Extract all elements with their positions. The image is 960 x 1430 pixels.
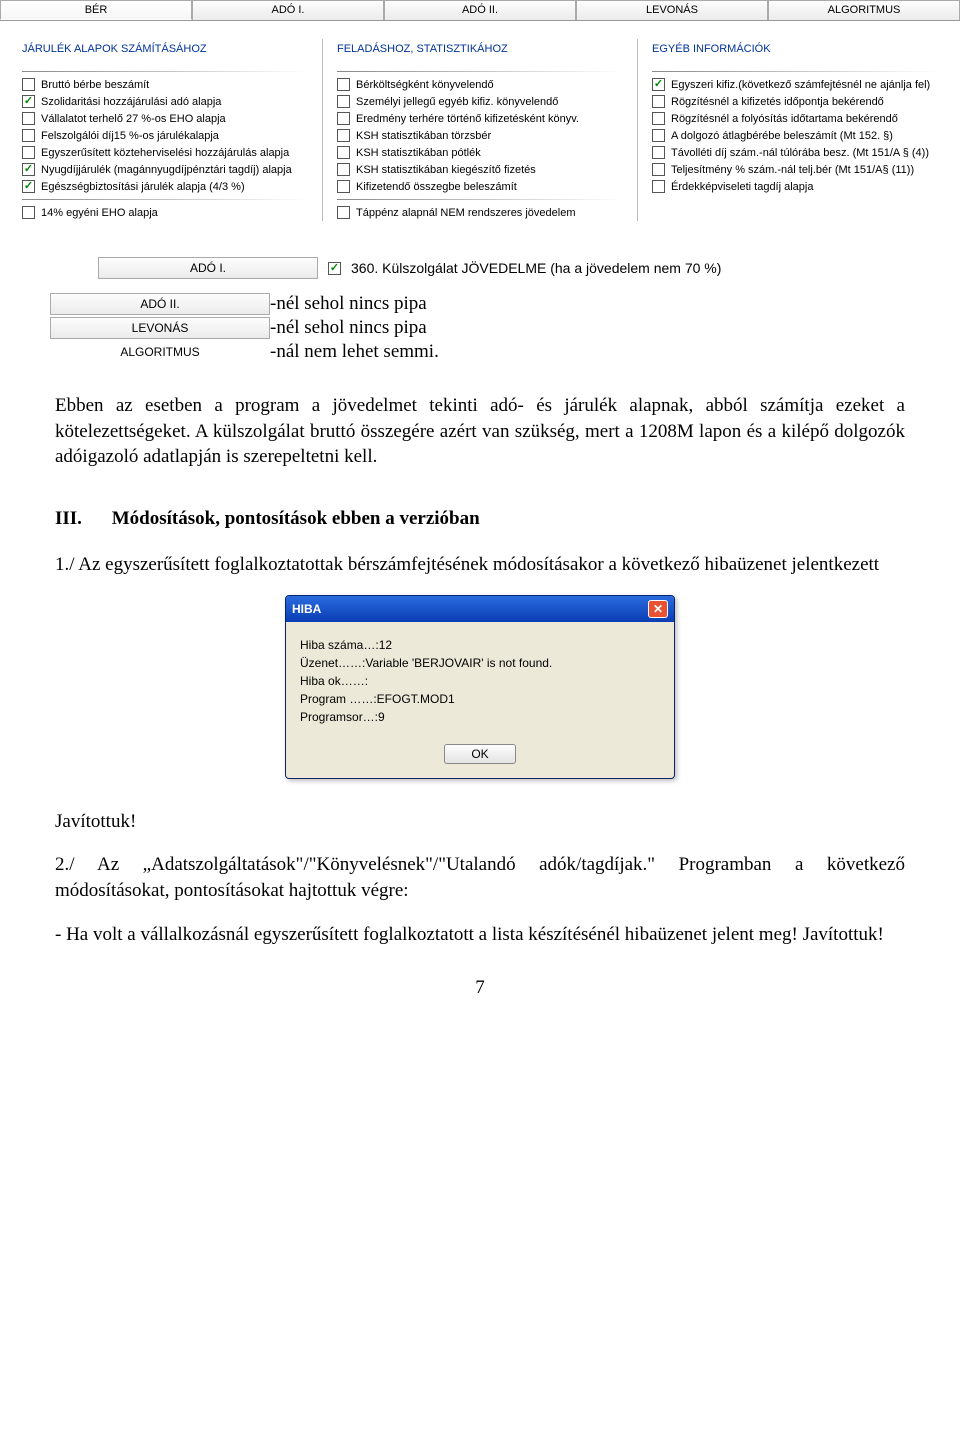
ado1-inline: ADÓ I. 360. Külszolgálat JÖVEDELME (ha a… xyxy=(98,257,960,279)
tab-levonas[interactable]: LEVONÁS xyxy=(576,0,768,20)
checkbox[interactable] xyxy=(652,163,665,176)
checkbox[interactable] xyxy=(22,180,35,193)
document-body: Ebben az esetben a program a jövedelmet … xyxy=(0,365,960,947)
checkbox-label: Teljesítmény % szám.-nál telj.bér (Mt 15… xyxy=(671,164,914,176)
panel-feladas: FELADÁSHOZ, STATISZTIKÁHOZ Bérköltségkén… xyxy=(322,39,637,221)
checkbox[interactable] xyxy=(652,95,665,108)
error-dialog: HIBA ✕ Hiba száma…:12 Üzenet……:Variable … xyxy=(285,595,675,779)
checkbox-label: Szolidaritási hozzájárulási adó alapja xyxy=(41,96,221,108)
paragraph: - Ha volt a vállalkozásnál egyszerűsítet… xyxy=(55,922,905,948)
checkbox-panels: JÁRULÉK ALAPOK SZÁMÍTÁSÁHOZ Bruttó bérbe… xyxy=(0,39,960,233)
dialog-titlebar: HIBA ✕ xyxy=(286,596,674,622)
checkbox[interactable] xyxy=(337,112,350,125)
checkbox-label: Bruttó bérbe beszámít xyxy=(41,79,149,91)
checkbox[interactable] xyxy=(652,180,665,193)
section-heading: III. Módosítások, pontosítások ebben a v… xyxy=(55,506,905,532)
checkbox[interactable] xyxy=(328,262,341,275)
tab-algoritmus-small: ALGORITMUS xyxy=(50,342,270,362)
checkbox[interactable] xyxy=(337,206,350,219)
tab-ber[interactable]: BÉR xyxy=(0,0,192,20)
checkbox-label: Egyszerűsített közteherviselési hozzájár… xyxy=(41,147,289,159)
checkbox[interactable] xyxy=(22,112,35,125)
checkbox[interactable] xyxy=(652,78,665,91)
checkbox-label: Rögzítésnél a folyósítás időtartama beké… xyxy=(671,113,898,125)
checkbox-label: Távolléti díj szám.-nál túlórába besz. (… xyxy=(671,147,929,159)
tab-levonas-small[interactable]: LEVONÁS xyxy=(50,317,270,339)
panel-title: JÁRULÉK ALAPOK SZÁMÍTÁSÁHOZ xyxy=(22,39,308,67)
checkbox-label: Kifizetendő összegbe beleszámít xyxy=(356,181,517,193)
checkbox-label: Rögzítésnél a kifizetés időpontja bekére… xyxy=(671,96,884,108)
tab-ado2[interactable]: ADÓ II. xyxy=(384,0,576,20)
checkbox-label: Táppénz alapnál NEM rendszeres jövedelem xyxy=(356,207,576,219)
checkbox[interactable] xyxy=(22,146,35,159)
dialog-title-text: HIBA xyxy=(292,601,321,617)
panel-title: EGYÉB INFORMÁCIÓK xyxy=(652,39,938,67)
tab-algoritmus[interactable]: ALGORITMUS xyxy=(768,0,960,20)
checkbox[interactable] xyxy=(652,129,665,142)
divider xyxy=(337,199,623,200)
paragraph: 1./ Az egyszerűsített foglalkoztatottak … xyxy=(55,552,905,578)
checkbox[interactable] xyxy=(22,163,35,176)
divider xyxy=(22,71,308,72)
checkbox[interactable] xyxy=(337,163,350,176)
paragraph: Javítottuk! xyxy=(55,809,905,835)
note-text: -nál nem lehet semmi. xyxy=(270,341,439,363)
checkbox-label: Bérköltségként könyvelendő xyxy=(356,79,494,91)
panel-jarulek: JÁRULÉK ALAPOK SZÁMÍTÁSÁHOZ Bruttó bérbe… xyxy=(8,39,322,221)
checkbox[interactable] xyxy=(652,146,665,159)
checkbox-label: Érdekképviseleti tagdíj alapja xyxy=(671,181,813,193)
panel-title: FELADÁSHOZ, STATISZTIKÁHOZ xyxy=(337,39,623,67)
checkbox-label: Vállalatot terhelő 27 %-os EHO alapja xyxy=(41,113,226,125)
checkbox[interactable] xyxy=(22,95,35,108)
ado1-text: 360. Külszolgálat JÖVEDELME (ha a jövede… xyxy=(351,260,721,276)
top-tabs: BÉR ADÓ I. ADÓ II. LEVONÁS ALGORITMUS xyxy=(0,0,960,21)
checkbox-label: Egyszeri kifiz.(következő számfejtésnél … xyxy=(671,79,930,91)
checkbox[interactable] xyxy=(22,129,35,142)
tab-ado2-small[interactable]: ADÓ II. xyxy=(50,293,270,315)
dialog-body: Hiba száma…:12 Üzenet……:Variable 'BERJOV… xyxy=(286,622,674,734)
checkbox[interactable] xyxy=(22,78,35,91)
panel-egyeb: EGYÉB INFORMÁCIÓK Egyszeri kifiz.(követk… xyxy=(637,39,952,221)
checkbox-label: KSH statisztikában törzsbér xyxy=(356,130,491,142)
checkbox[interactable] xyxy=(337,180,350,193)
close-icon[interactable]: ✕ xyxy=(648,600,668,618)
checkbox-label: KSH statisztikában kiegészítő fizetés xyxy=(356,164,536,176)
divider xyxy=(337,71,623,72)
note-text: -nél sehol nincs pipa xyxy=(270,317,427,339)
tab-ado1-small[interactable]: ADÓ I. xyxy=(98,257,318,279)
checkbox-label: KSH statisztikában pótlék xyxy=(356,147,481,159)
tab-notes: ADÓ II. -nél sehol nincs pipa LEVONÁS -n… xyxy=(50,293,960,363)
checkbox-label: 14% egyéni EHO alapja xyxy=(41,207,158,219)
checkbox-label: A dolgozó átlagbérébe beleszámít (Mt 152… xyxy=(671,130,893,142)
checkbox[interactable] xyxy=(652,112,665,125)
tab-ado1[interactable]: ADÓ I. xyxy=(192,0,384,20)
checkbox[interactable] xyxy=(337,129,350,142)
paragraph: Ebben az esetben a program a jövedelmet … xyxy=(55,393,905,470)
checkbox-label: Személyi jellegű egyéb kifiz. könyvelend… xyxy=(356,96,558,108)
note-text: -nél sehol nincs pipa xyxy=(270,293,427,315)
checkbox[interactable] xyxy=(337,146,350,159)
ok-button[interactable]: OK xyxy=(444,744,515,764)
divider xyxy=(22,199,308,200)
checkbox-label: Egészségbiztosítási járulék alapja (4/3 … xyxy=(41,181,245,193)
checkbox-label: Felszolgálói díj15 %-os járulékalapja xyxy=(41,130,219,142)
checkbox[interactable] xyxy=(22,206,35,219)
page-number: 7 xyxy=(0,977,960,999)
checkbox[interactable] xyxy=(337,78,350,91)
divider xyxy=(652,71,938,72)
heading-number: III. xyxy=(55,506,107,532)
paragraph: 2./ Az „Adatszolgáltatások"/"Könyvelésne… xyxy=(55,852,905,903)
checkbox-label: Eredmény terhére történő kifizetésként k… xyxy=(356,113,579,125)
heading-text: Módosítások, pontosítások ebben a verzió… xyxy=(112,508,480,529)
checkbox-label: Nyugdíjjárulék (magánnyugdíjpénztári tag… xyxy=(41,164,292,176)
checkbox[interactable] xyxy=(337,95,350,108)
